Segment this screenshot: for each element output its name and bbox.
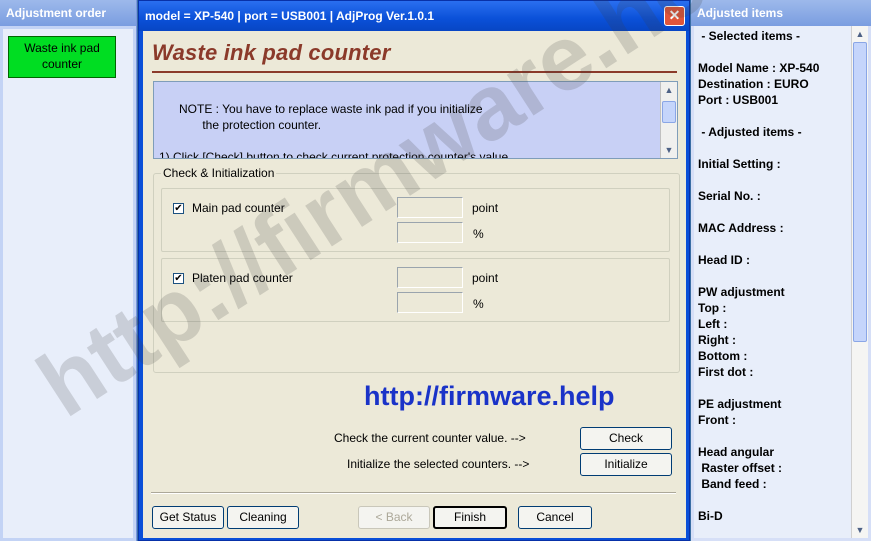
check-init-group-label: Check & Initialization [161, 166, 277, 180]
main-pad-point-field [397, 197, 463, 218]
window-titlebar: model = XP-540 | port = USB001 | AdjProg… [139, 1, 689, 31]
platen-pad-percent-unit: % [473, 297, 484, 311]
main-pad-checkbox[interactable]: ✔ [173, 203, 184, 214]
scroll-up-icon[interactable]: ▲ [853, 27, 867, 41]
window-client-area: Waste ink pad counter NOTE : You have to… [143, 31, 686, 538]
main-window: model = XP-540 | port = USB001 | AdjProg… [138, 0, 690, 541]
adjusted-items-scrollbar[interactable]: ▲ ▼ [851, 26, 868, 538]
initialize-button[interactable]: Initialize [580, 453, 672, 476]
scroll-down-icon[interactable]: ▼ [853, 523, 867, 537]
adjusted-items-text: - Selected items - Model Name : XP-540 D… [698, 29, 820, 523]
close-button[interactable]: ✕ [664, 6, 685, 26]
initialize-prompt: Initialize the selected counters. --> [347, 457, 530, 471]
adjustment-order-list [0, 26, 136, 541]
back-button[interactable]: < Back [358, 506, 430, 529]
scroll-thumb[interactable] [662, 101, 676, 123]
platen-pad-percent-field [397, 292, 463, 313]
main-pad-percent-field [397, 222, 463, 243]
cleaning-button[interactable]: Cleaning [227, 506, 299, 529]
check-prompt: Check the current counter value. --> [334, 431, 526, 445]
scroll-up-icon[interactable]: ▲ [662, 83, 676, 97]
main-pad-label: Main pad counter [192, 201, 285, 215]
adjustment-order-panel: Adjustment order Waste ink pad counter [0, 0, 137, 541]
page-title: Waste ink pad counter [152, 40, 391, 65]
main-pad-section: ✔ Main pad counter point % [161, 188, 670, 252]
note-scrollbar[interactable]: ▲ ▼ [660, 82, 677, 158]
main-pad-point-unit: point [472, 201, 499, 215]
platen-pad-label: Platen pad counter [192, 271, 293, 285]
bottom-divider [151, 492, 676, 494]
order-item-waste-ink-pad[interactable]: Waste ink pad counter [8, 36, 116, 78]
platen-pad-checkbox[interactable]: ✔ [173, 273, 184, 284]
adjustment-order-header: Adjustment order [0, 0, 136, 26]
check-init-group: Check & Initialization ✔ Main pad counte… [153, 166, 680, 373]
adjusted-items-header: Adjusted items [691, 0, 871, 26]
note-box[interactable]: NOTE : You have to replace waste ink pad… [153, 81, 678, 159]
check-button[interactable]: Check [580, 427, 672, 450]
cancel-button[interactable]: Cancel [518, 506, 592, 529]
main-pad-percent-unit: % [473, 227, 484, 241]
get-status-button[interactable]: Get Status [152, 506, 224, 529]
adjusted-items-list: - Selected items - Model Name : XP-540 D… [694, 26, 868, 538]
finish-button[interactable]: Finish [433, 506, 507, 529]
platen-pad-point-unit: point [472, 271, 499, 285]
platen-pad-point-field [397, 267, 463, 288]
platen-pad-section: ✔ Platen pad counter point % [161, 258, 670, 322]
scroll-down-icon[interactable]: ▼ [662, 143, 676, 157]
adjusted-items-panel: Adjusted items - Selected items - Model … [691, 0, 871, 541]
title-divider [152, 71, 677, 73]
firmware-url-text: http://firmware.help [364, 381, 615, 411]
note-text: NOTE : You have to replace waste ink pad… [159, 102, 512, 159]
scroll-thumb[interactable] [853, 42, 867, 342]
